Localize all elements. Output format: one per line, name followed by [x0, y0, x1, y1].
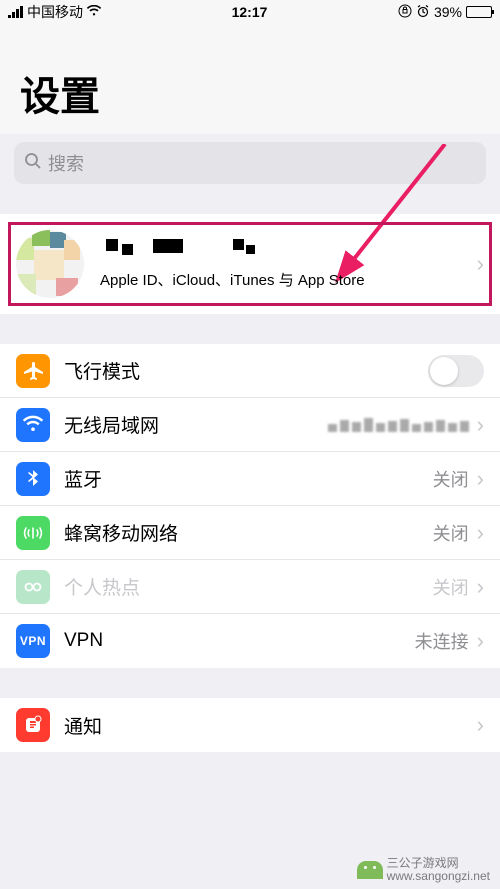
network-group: 飞行模式 无线局域网 › 蓝牙 关闭 › 蜂窝移动网络 关闭 ›: [0, 344, 500, 668]
status-right: 39%: [398, 4, 492, 21]
carrier-label: 中国移动: [27, 2, 83, 22]
chevron-right-icon: ›: [477, 251, 484, 277]
chevron-right-icon: ›: [477, 712, 484, 738]
avatar: [16, 230, 84, 298]
cellular-icon: [16, 516, 50, 550]
orientation-lock-icon: [398, 4, 412, 21]
bluetooth-icon: [16, 462, 50, 496]
notifications-row[interactable]: 通知 ›: [0, 698, 500, 752]
vpn-row[interactable]: VPN VPN 未连接 ›: [0, 614, 500, 668]
airplane-label: 飞行模式: [64, 357, 428, 384]
notifications-label: 通知: [64, 712, 477, 739]
cellular-label: 蜂窝移动网络: [64, 519, 433, 546]
battery-percent: 39%: [434, 4, 462, 20]
watermark: 三公子游戏网 www.sangongzi.net: [357, 857, 490, 883]
hotspot-label: 个人热点: [64, 573, 433, 600]
hotspot-value: 关闭: [433, 574, 469, 600]
wifi-icon: [16, 408, 50, 442]
wifi-value-redacted: [328, 418, 469, 432]
airplane-icon: [16, 354, 50, 388]
search-icon: [24, 152, 42, 175]
hotspot-row[interactable]: 个人热点 关闭 ›: [0, 560, 500, 614]
signal-icon: [8, 6, 23, 18]
apple-id-group: Apple ID、iCloud、iTunes 与 App Store ›: [0, 214, 500, 314]
vpn-icon: VPN: [16, 624, 50, 658]
bluetooth-row[interactable]: 蓝牙 关闭 ›: [0, 452, 500, 506]
watermark-logo-icon: [357, 861, 383, 879]
airplane-toggle[interactable]: [428, 355, 484, 387]
vpn-value: 未连接: [415, 628, 469, 654]
watermark-url: www.sangongzi.net: [387, 870, 490, 883]
notifications-icon: [16, 708, 50, 742]
chevron-right-icon: ›: [477, 466, 484, 492]
chevron-right-icon: ›: [477, 520, 484, 546]
apple-id-row[interactable]: Apple ID、iCloud、iTunes 与 App Store ›: [0, 214, 500, 314]
general-group: 通知 ›: [0, 698, 500, 752]
account-subtitle: Apple ID、iCloud、iTunes 与 App Store: [100, 269, 477, 290]
chevron-right-icon: ›: [477, 628, 484, 654]
cellular-value: 关闭: [433, 520, 469, 546]
account-name-redacted: [100, 239, 477, 263]
cellular-row[interactable]: 蜂窝移动网络 关闭 ›: [0, 506, 500, 560]
wifi-row[interactable]: 无线局域网 ›: [0, 398, 500, 452]
status-time: 12:17: [232, 4, 268, 20]
alarm-icon: [416, 4, 430, 21]
watermark-name: 三公子游戏网: [387, 857, 490, 870]
page-title: 设置: [20, 64, 480, 122]
hotspot-icon: [16, 570, 50, 604]
chevron-right-icon: ›: [477, 412, 484, 438]
wifi-label: 无线局域网: [64, 411, 328, 438]
bluetooth-value: 关闭: [433, 466, 469, 492]
bluetooth-label: 蓝牙: [64, 465, 433, 492]
page-header: 设置: [0, 24, 500, 134]
search-placeholder: 搜索: [48, 150, 84, 176]
status-bar: 中国移动 12:17 39%: [0, 0, 500, 24]
vpn-label: VPN: [64, 630, 415, 652]
chevron-right-icon: ›: [477, 574, 484, 600]
apple-id-text: Apple ID、iCloud、iTunes 与 App Store: [100, 239, 477, 290]
status-left: 中国移动: [8, 2, 101, 22]
search-input[interactable]: 搜索: [14, 142, 486, 184]
wifi-status-icon: [87, 4, 101, 20]
airplane-mode-row[interactable]: 飞行模式: [0, 344, 500, 398]
battery-icon: [466, 6, 492, 18]
